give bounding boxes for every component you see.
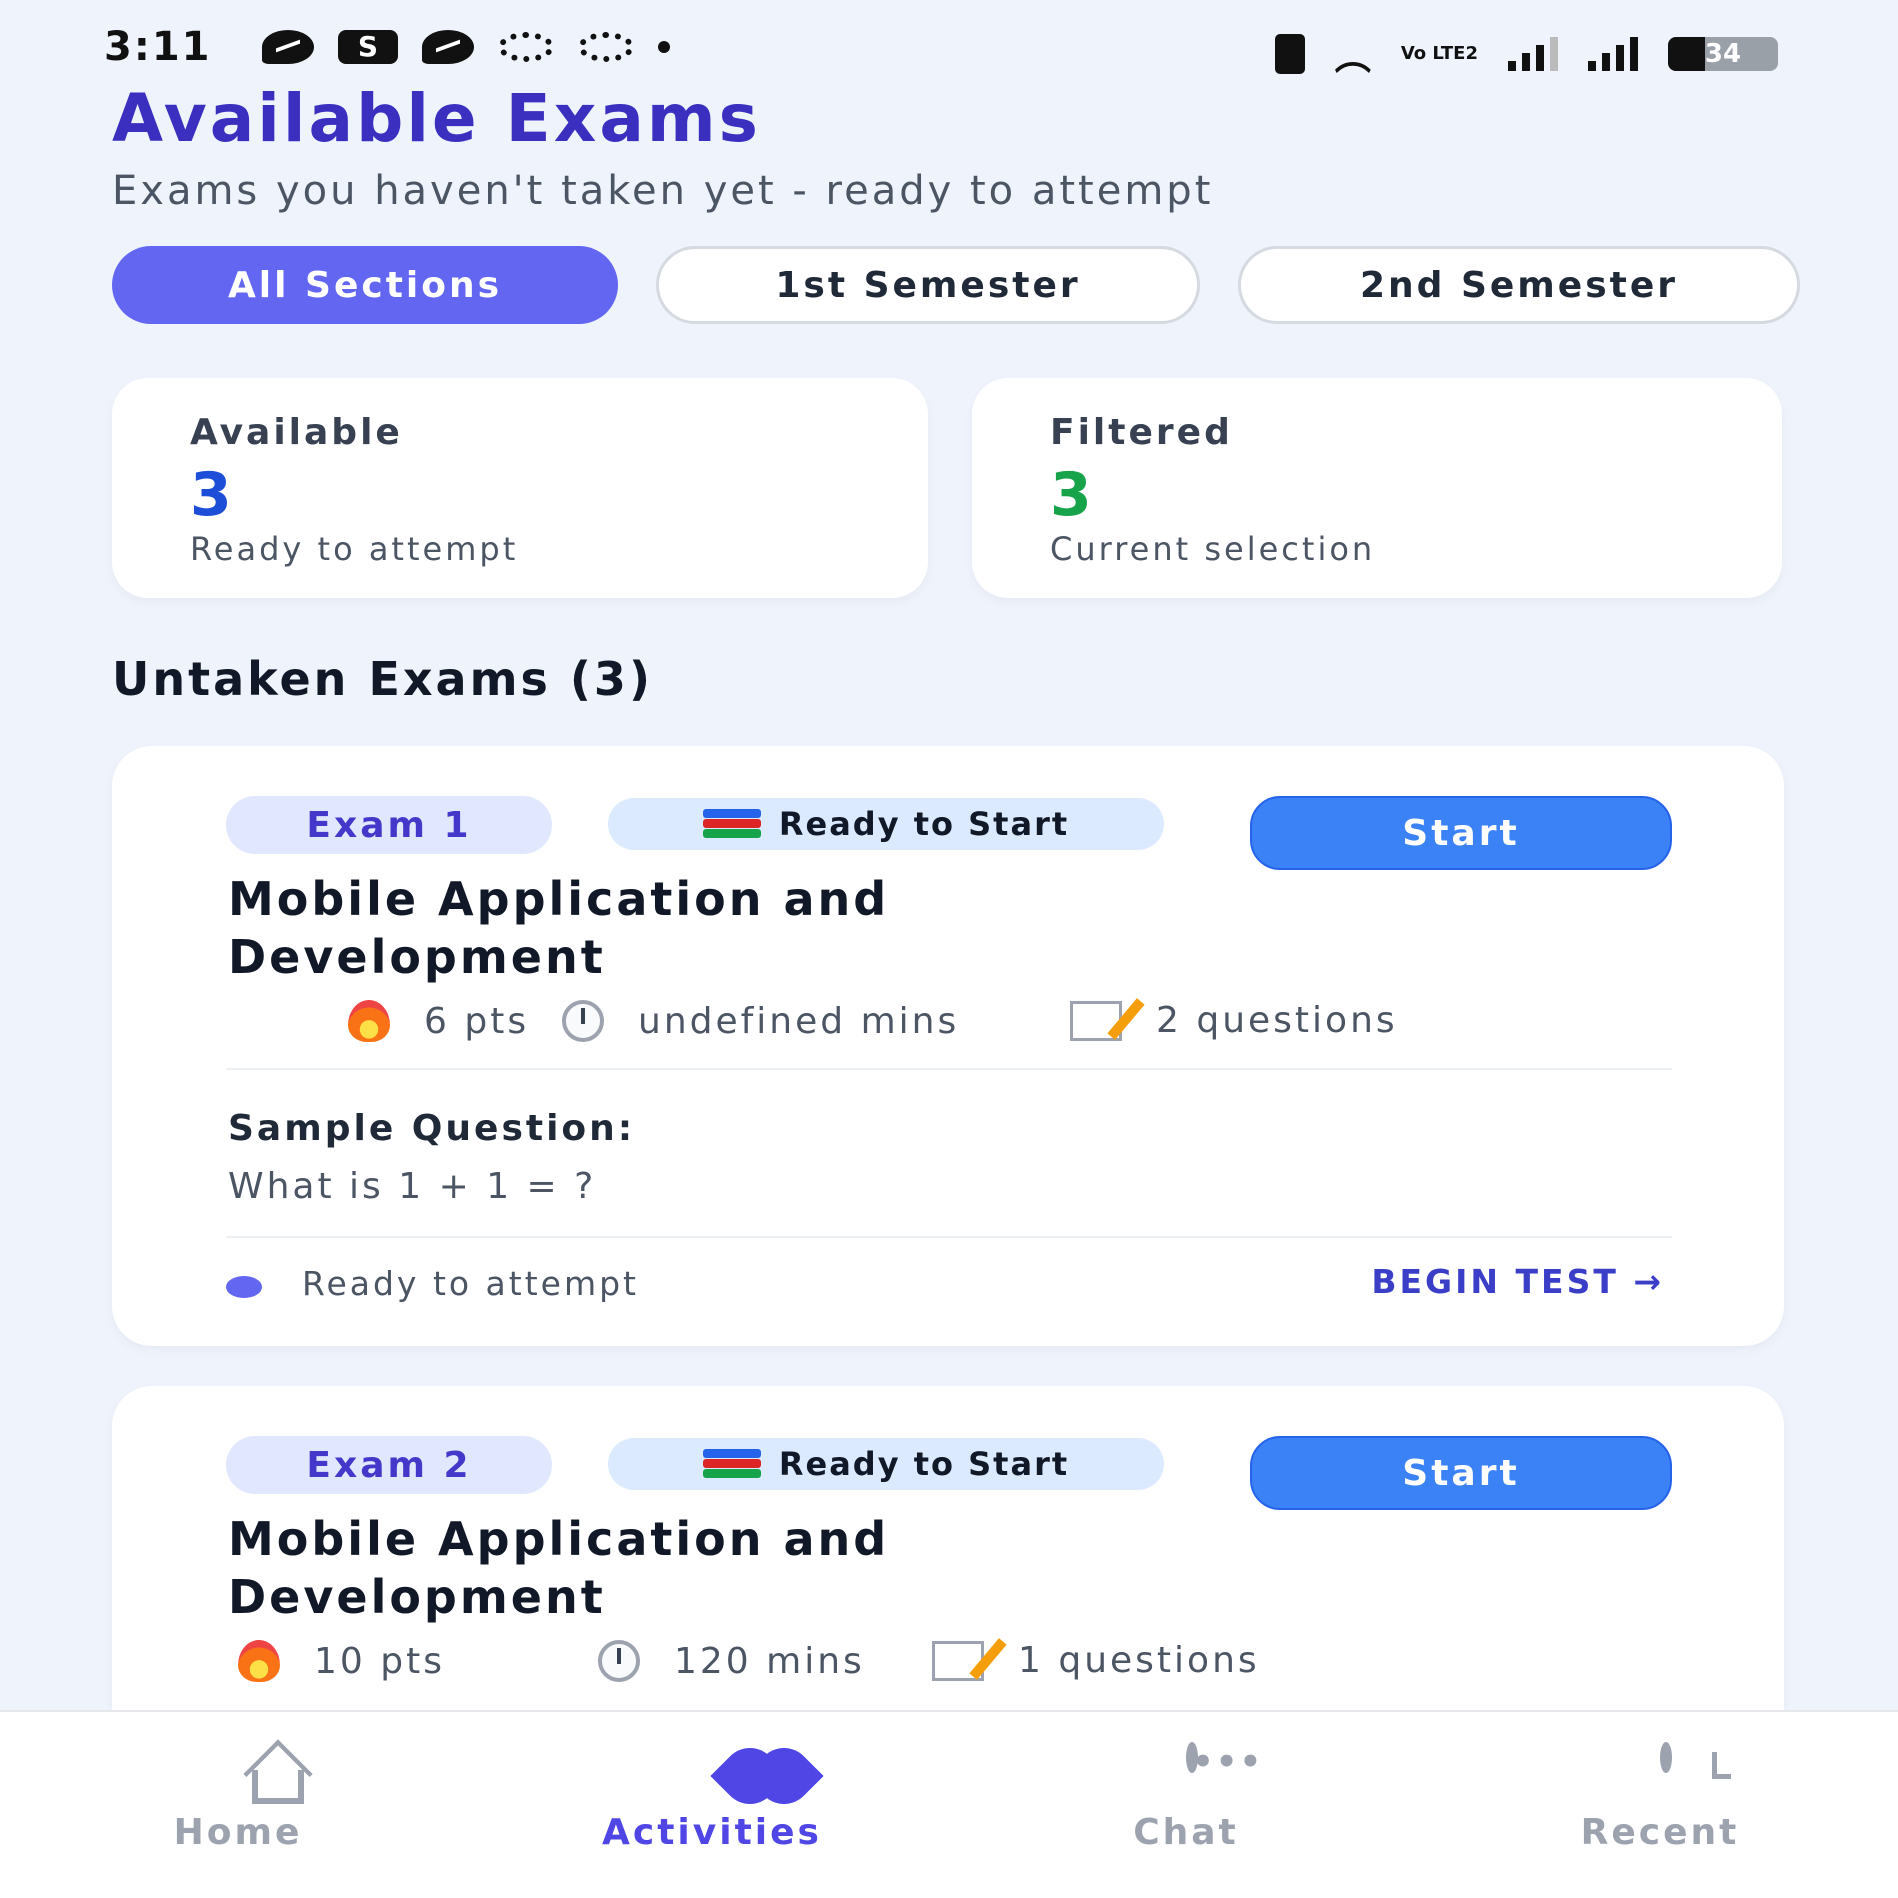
sample-question-label: Sample Question: — [228, 1108, 636, 1149]
notification-icons: S — [262, 30, 670, 64]
exam-card: Exam 1 Ready to Start Start Mobile Appli… — [112, 746, 1784, 1346]
page-title: Available Exams — [112, 80, 761, 157]
books-icon — [702, 1449, 761, 1479]
status-bar: 3:11 S ︵ Vo LTE2 34 — [0, 0, 1898, 90]
stopwatch-icon — [598, 1640, 640, 1682]
status-dot-icon — [226, 1276, 262, 1298]
start-button[interactable]: Start — [1250, 1436, 1672, 1510]
signal-icon — [1588, 37, 1638, 71]
battery-level: 34 — [1704, 39, 1742, 69]
stat-value: 3 — [190, 460, 232, 530]
stat-caption: Current selection — [1050, 530, 1376, 568]
duration-value: undefined mins — [638, 1000, 960, 1042]
chat-bubble-icon — [1186, 1742, 1198, 1773]
nav-label: Activities — [602, 1812, 822, 1853]
status-pill-label: Ready to Start — [778, 805, 1070, 843]
tab-all-sections[interactable]: All Sections — [112, 246, 618, 324]
tab-2nd-semester[interactable]: 2nd Semester — [1238, 246, 1800, 324]
nav-activities[interactable]: Activities — [562, 1712, 862, 1898]
clock-icon — [1660, 1742, 1672, 1773]
page-subtitle: Exams you haven't taken yet - ready to a… — [112, 168, 1214, 214]
stopwatch-icon — [562, 1000, 604, 1042]
books-icon — [702, 809, 761, 839]
battery-icon: 34 — [1668, 37, 1778, 71]
memo-icon — [1070, 1000, 1122, 1041]
stat-label: Available — [190, 412, 403, 453]
screen: 3:11 S ︵ Vo LTE2 34 Available Exams Exam… — [0, 0, 1898, 1898]
sync-icon — [498, 32, 554, 62]
vibrate-icon — [1274, 34, 1305, 74]
status-pill-label: Ready to Start — [778, 1445, 1070, 1483]
status-pill: Ready to Start — [608, 798, 1164, 850]
ready-status-text: Ready to attempt — [302, 1264, 639, 1303]
start-button[interactable]: Start — [1250, 796, 1672, 870]
points-meta: 6 pts — [348, 1000, 529, 1042]
signal-icon — [1508, 37, 1558, 71]
sample-question-text: What is 1 + 1 = ? — [228, 1166, 597, 1207]
system-icons: ︵ Vo LTE2 34 — [1274, 28, 1778, 80]
stat-caption: Ready to attempt — [190, 530, 519, 568]
memo-icon — [932, 1640, 984, 1681]
fire-icon — [348, 1000, 390, 1042]
begin-test-link[interactable]: BEGIN TEST → — [1371, 1262, 1664, 1301]
points-value: 6 pts — [424, 1000, 530, 1042]
nav-home[interactable]: Home — [88, 1712, 388, 1898]
status-time: 3:11 — [104, 24, 212, 70]
nav-label: Chat — [1133, 1812, 1239, 1853]
status-pill: Ready to Start — [608, 1438, 1164, 1490]
nav-label: Home — [173, 1812, 303, 1853]
duration-meta: 120 mins — [598, 1640, 865, 1682]
volte-icon: Vo LTE2 — [1400, 43, 1478, 64]
questions-value: 2 questions — [1156, 1000, 1398, 1041]
messenger-icon — [262, 30, 314, 64]
stat-label: Filtered — [1050, 412, 1233, 453]
filtered-stat-card: Filtered 3 Current selection — [972, 378, 1782, 598]
fire-icon — [238, 1640, 280, 1682]
stat-value: 3 — [1050, 460, 1092, 530]
s-app-icon: S — [338, 30, 398, 64]
sync-icon — [578, 32, 634, 62]
points-meta: 10 pts — [238, 1640, 445, 1682]
nav-recent[interactable]: Recent — [1510, 1712, 1810, 1898]
nav-label: Recent — [1580, 1812, 1740, 1853]
duration-meta: undefined mins — [562, 1000, 959, 1042]
messenger-icon — [422, 30, 474, 64]
exam-title: Mobile Application and Development — [228, 872, 890, 984]
bottom-navigation: Home Activities Chat Recent — [0, 1710, 1898, 1898]
exam-title: Mobile Application and Development — [228, 1512, 890, 1624]
points-value: 10 pts — [314, 1640, 445, 1682]
questions-meta: 2 questions — [1070, 1000, 1398, 1041]
nav-chat[interactable]: Chat — [1036, 1712, 1336, 1898]
more-notifications-icon — [658, 41, 670, 53]
wifi-icon: ︵ — [1334, 37, 1371, 78]
duration-value: 120 mins — [674, 1640, 865, 1682]
tab-1st-semester[interactable]: 1st Semester — [656, 246, 1200, 324]
exam-badge: Exam 1 — [226, 796, 552, 854]
questions-value: 1 questions — [1018, 1640, 1260, 1681]
questions-meta: 1 questions — [932, 1640, 1260, 1681]
exam-badge: Exam 2 — [226, 1436, 552, 1494]
divider — [226, 1236, 1672, 1238]
available-stat-card: Available 3 Ready to attempt — [112, 378, 928, 598]
section-heading: Untaken Exams (3) — [112, 652, 653, 706]
divider — [226, 1068, 1672, 1070]
